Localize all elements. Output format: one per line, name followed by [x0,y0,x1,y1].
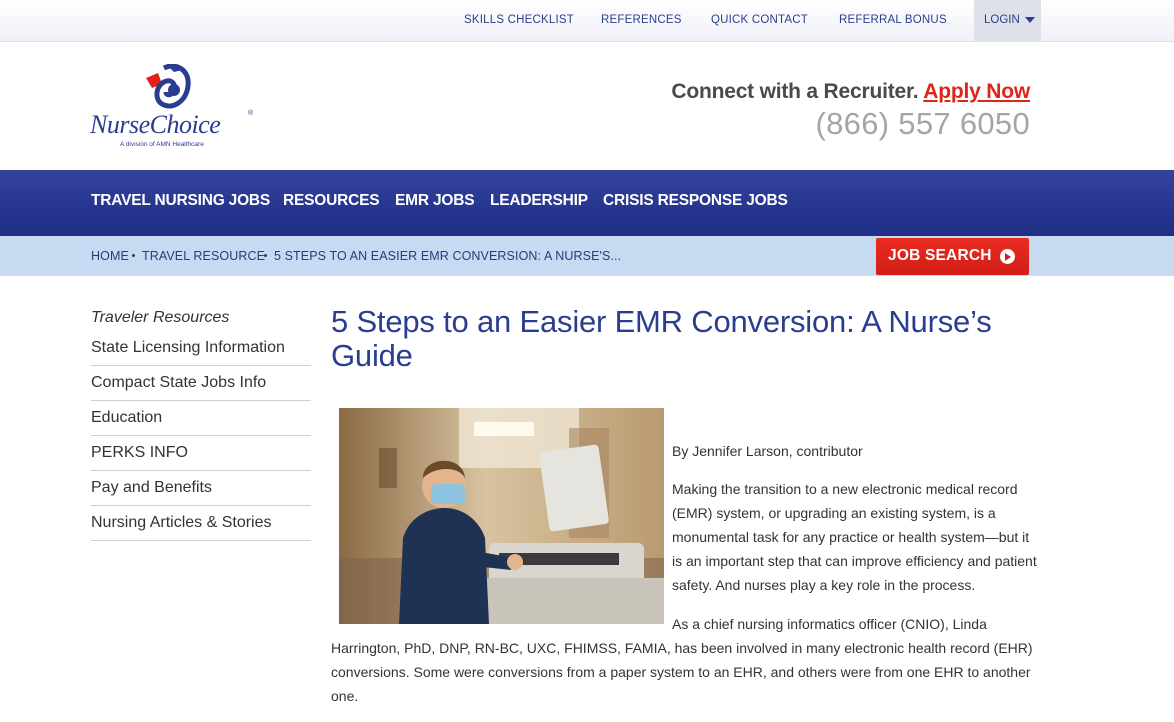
phone-number[interactable]: (866) 557 6050 [816,106,1030,142]
nav-emr-jobs[interactable]: EMR JOBS [395,170,475,236]
nav-resources[interactable]: RESOURCES [283,170,380,236]
nav-crisis-response-jobs[interactable]: CRISIS RESPONSE JOBS [603,170,788,236]
registered-mark: ® [248,110,254,117]
job-search-label: JOB SEARCH [888,247,992,264]
main-nav: TRAVEL NURSING JOBS RESOURCES EMR JOBS L… [0,170,1174,236]
logo-mark-icon [146,64,191,109]
skills-checklist-link[interactable]: SKILLS CHECKLIST [464,0,574,41]
utility-bar: SKILLS CHECKLIST REFERENCES QUICK CONTAC… [0,0,1174,42]
quick-contact-link[interactable]: QUICK CONTACT [711,0,808,41]
article-paragraph: Making the transition to a new electroni… [672,481,1037,593]
login-label: LOGIN [984,14,1020,26]
sidebar-heading: Traveler Resources [91,309,230,326]
article-byline: By Jennifer Larson, contributor [672,443,863,459]
nursechoice-logo[interactable]: NurseChoice ® A division of AMN Healthca… [90,64,260,154]
sidebar-item-compact-state-jobs[interactable]: Compact State Jobs Info [91,366,311,401]
login-dropdown[interactable]: LOGIN [974,0,1041,41]
referral-bonus-link[interactable]: REFERRAL BONUS [839,0,947,41]
caret-down-icon [1025,17,1035,23]
article-title: 5 Steps to an Easier EMR Conversion: A N… [331,304,992,373]
job-search-button[interactable]: JOB SEARCH [876,238,1029,275]
sidebar-item-nursing-articles[interactable]: Nursing Articles & Stories [91,506,311,541]
references-link[interactable]: REFERENCES [601,0,682,41]
nav-travel-nursing-jobs[interactable]: TRAVEL NURSING JOBS [91,170,270,236]
sidebar-nav: State Licensing Information Compact Stat… [91,331,311,541]
breadcrumb-travel-resource[interactable]: TRAVEL RESOURCE [142,236,265,276]
logo-wordmark: NurseChoice [90,110,221,139]
article-paragraph: Harrington, PhD, DNP, RN-BC, UXC, FHIMSS… [331,640,1033,704]
recruiter-cta: Connect with a Recruiter. Apply Now [671,80,1030,104]
sidebar-item-state-licensing[interactable]: State Licensing Information [91,331,311,366]
article-paragraph: As a chief nursing informatics officer (… [672,616,987,632]
article-hero-image [339,408,664,624]
breadcrumb-current: 5 STEPS TO AN EASIER EMR CONVERSION: A N… [274,249,622,263]
sidebar-item-education[interactable]: Education [91,401,311,436]
nurse-at-computer-image [339,408,664,624]
sidebar-item-pay-benefits[interactable]: Pay and Benefits [91,471,311,506]
breadcrumb-separator [264,254,267,257]
breadcrumb-home[interactable]: HOME [91,236,129,276]
breadcrumb-separator [132,254,135,257]
recruiter-text: Connect with a Recruiter. [671,80,919,103]
sidebar-item-perks-info[interactable]: PERKS INFO [91,436,311,471]
apply-now-link[interactable]: Apply Now [923,80,1030,103]
nav-leadership[interactable]: LEADERSHIP [490,170,588,236]
logo-subtitle: A division of AMN Healthcare [120,141,204,148]
arrow-right-icon [1000,249,1015,264]
